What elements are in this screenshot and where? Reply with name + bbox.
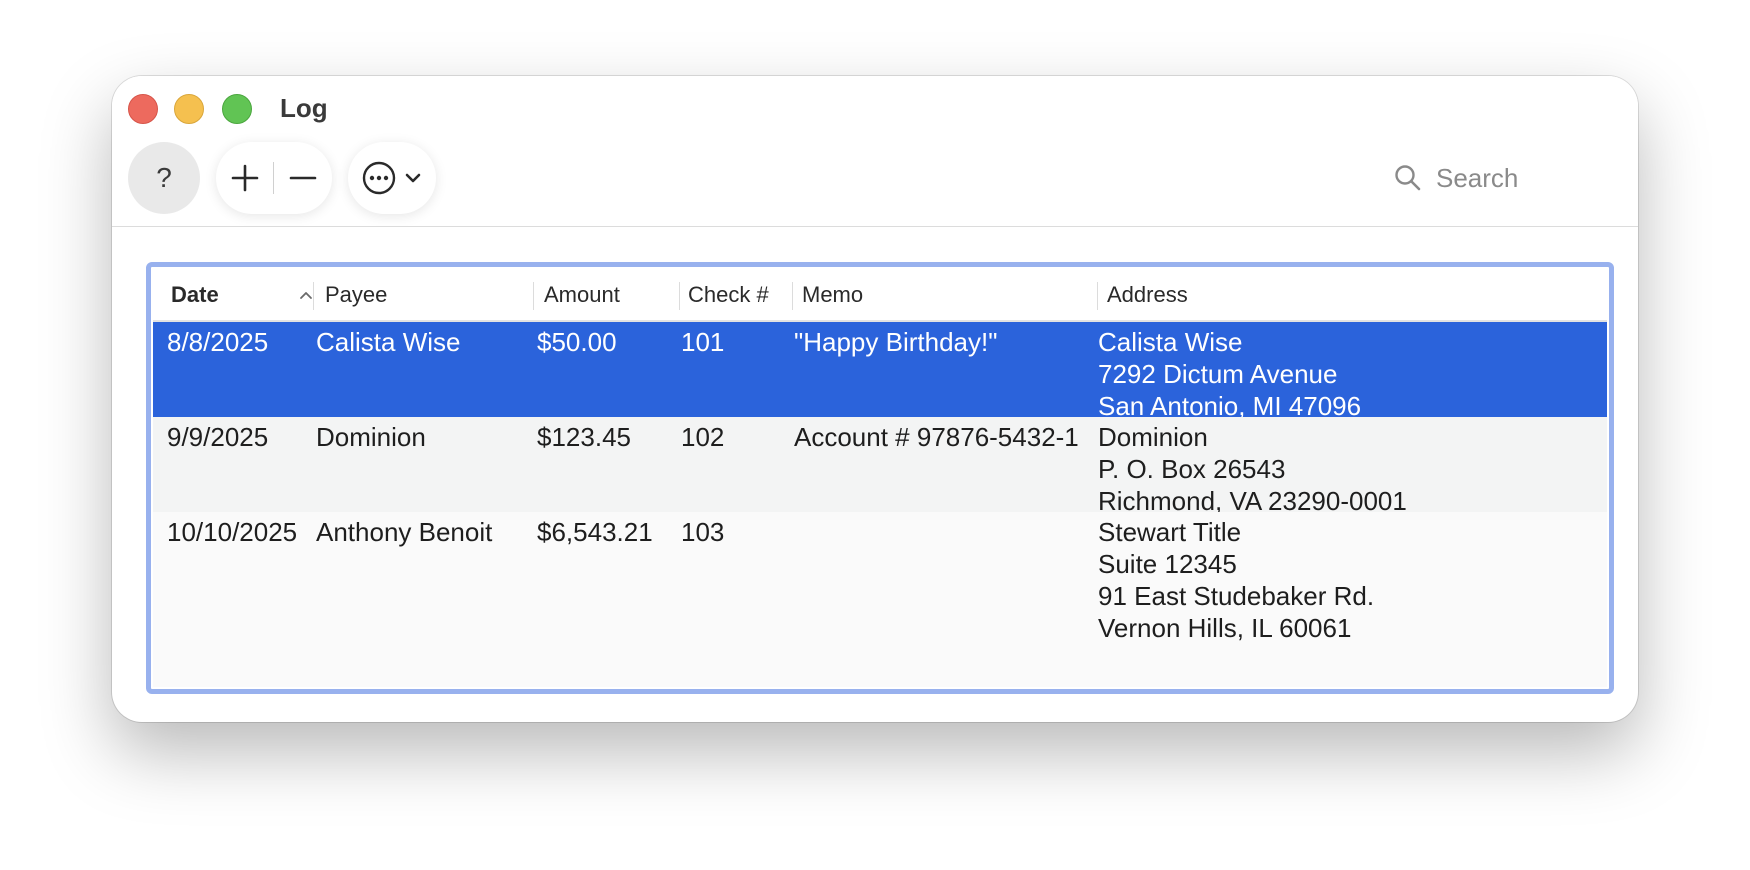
address-cell: Calista Wise 7292 Dictum Avenue San Anto… bbox=[1098, 326, 1361, 422]
plus-icon bbox=[231, 164, 259, 192]
payee-cell: Calista Wise bbox=[316, 327, 461, 357]
amount-cell: $50.00 bbox=[537, 327, 617, 357]
column-separator[interactable] bbox=[1097, 282, 1098, 310]
table-header: Date Payee Amount Check # Memo Address bbox=[153, 269, 1607, 322]
address-line: 91 East Studebaker Rd. bbox=[1098, 581, 1375, 611]
column-header-memo[interactable]: Memo bbox=[802, 269, 1092, 320]
chevron-up-icon bbox=[300, 292, 312, 299]
remove-button[interactable] bbox=[274, 142, 332, 214]
table-row[interactable]: 10/10/2025 Anthony Benoit $6,543.21 103 … bbox=[153, 512, 1607, 682]
address-line: Vernon Hills, IL 60061 bbox=[1098, 613, 1352, 643]
column-separator[interactable] bbox=[533, 282, 534, 310]
address-line: Dominion bbox=[1098, 422, 1208, 452]
log-table[interactable]: Date Payee Amount Check # Memo Address 8… bbox=[146, 262, 1614, 694]
address-line: Calista Wise bbox=[1098, 327, 1243, 357]
column-header-address[interactable]: Address bbox=[1107, 269, 1407, 320]
column-header-amount[interactable]: Amount bbox=[544, 269, 674, 320]
address-line: Suite 12345 bbox=[1098, 549, 1237, 579]
chevron-down-icon bbox=[405, 173, 421, 183]
address-cell: Stewart Title Suite 12345 91 East Studeb… bbox=[1098, 516, 1374, 644]
table-scroll-area: Date Payee Amount Check # Memo Address 8… bbox=[153, 269, 1607, 687]
amount-cell: $6,543.21 bbox=[537, 517, 653, 547]
add-button[interactable] bbox=[216, 142, 274, 214]
search-field[interactable]: Search bbox=[1394, 160, 1594, 196]
column-separator[interactable] bbox=[313, 282, 314, 310]
more-actions-button[interactable] bbox=[348, 142, 436, 214]
address-line: Stewart Title bbox=[1098, 517, 1242, 547]
date-cell: 8/8/2025 bbox=[167, 327, 269, 357]
date-cell: 9/9/2025 bbox=[167, 422, 269, 452]
table-row[interactable]: 9/9/2025 Dominion $123.45 102 Account # … bbox=[153, 417, 1607, 516]
magnifier-icon bbox=[1395, 165, 1421, 191]
column-separator[interactable] bbox=[792, 282, 793, 310]
minus-icon bbox=[289, 176, 317, 180]
titlebar: Log ? Search bbox=[112, 76, 1638, 227]
address-line: 7292 Dictum Avenue bbox=[1098, 359, 1338, 389]
payee-cell: Dominion bbox=[316, 422, 426, 452]
date-cell: 10/10/2025 bbox=[167, 517, 298, 547]
check-cell: 101 bbox=[681, 327, 725, 357]
search-placeholder: Search bbox=[1436, 162, 1519, 193]
address-line: P. O. Box 26543 bbox=[1098, 454, 1286, 484]
check-cell: 102 bbox=[681, 422, 725, 452]
log-window: Log ? Search Date Payee Amount Check # M… bbox=[112, 76, 1638, 722]
memo-cell: "Happy Birthday!" bbox=[794, 327, 998, 357]
table-row[interactable]: 8/8/2025 Calista Wise $50.00 101 "Happy … bbox=[153, 322, 1607, 421]
column-header-check[interactable]: Check # bbox=[688, 269, 798, 320]
column-header-payee[interactable]: Payee bbox=[325, 269, 525, 320]
address-cell: Dominion P. O. Box 26543 Richmond, VA 23… bbox=[1098, 421, 1407, 517]
amount-cell: $123.45 bbox=[537, 422, 631, 452]
memo-cell: Account # 97876-5432-1 bbox=[794, 422, 1079, 452]
add-remove-group bbox=[216, 142, 332, 214]
window-title: Log bbox=[280, 93, 328, 123]
ellipsis-circle-icon bbox=[362, 161, 396, 195]
close-button[interactable] bbox=[128, 94, 158, 124]
column-separator[interactable] bbox=[679, 282, 680, 310]
minimize-button[interactable] bbox=[174, 94, 204, 124]
help-button[interactable]: ? bbox=[128, 142, 200, 214]
payee-cell: Anthony Benoit bbox=[316, 517, 493, 547]
check-cell: 103 bbox=[681, 517, 725, 547]
column-header-date[interactable]: Date bbox=[171, 269, 301, 320]
zoom-button[interactable] bbox=[222, 94, 252, 124]
